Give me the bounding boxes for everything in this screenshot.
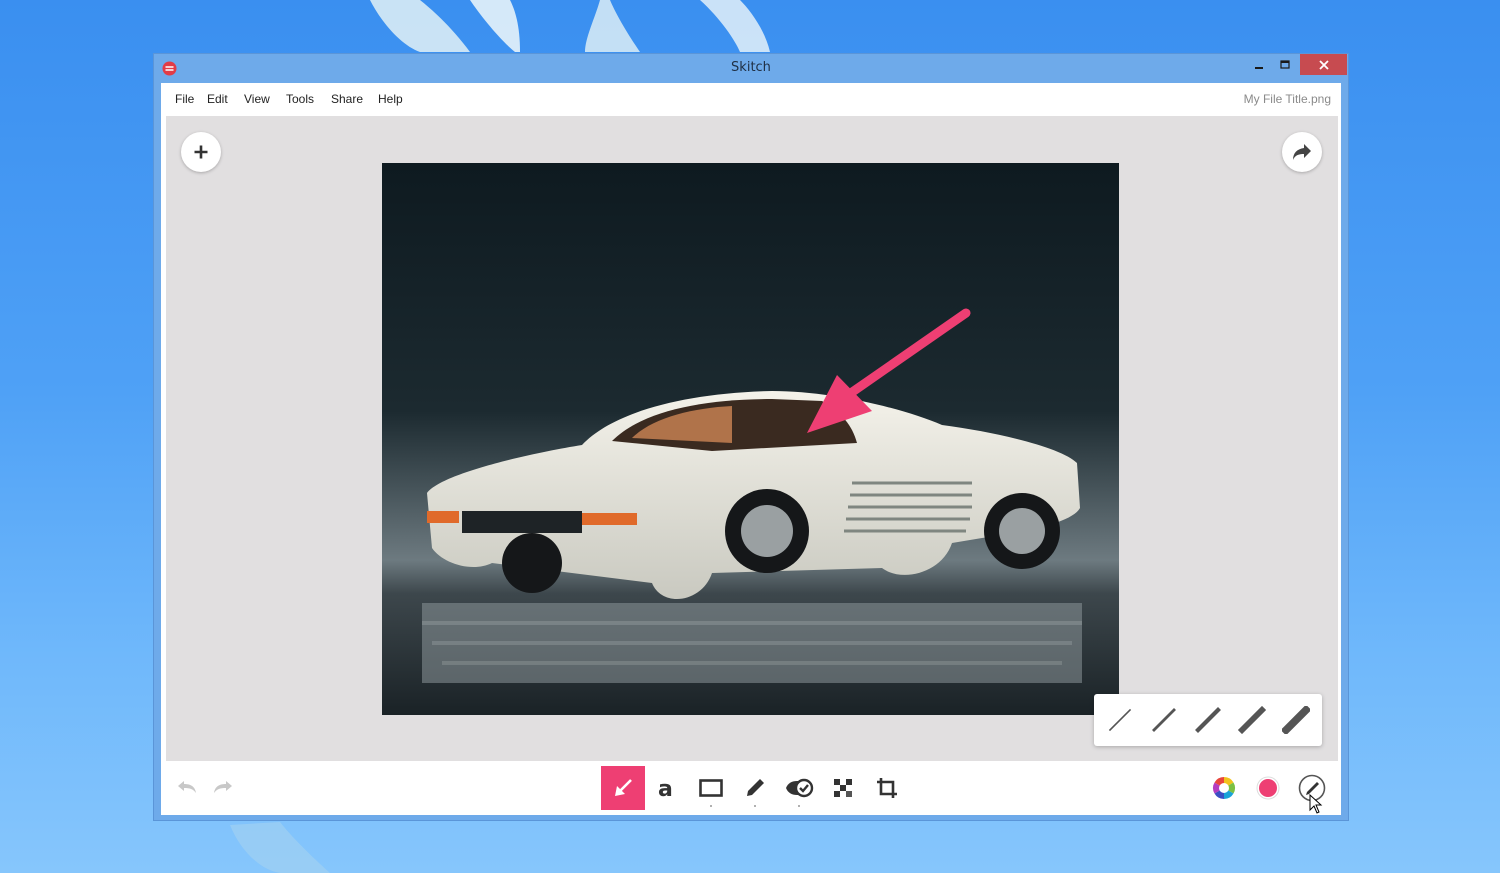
menu-bar: File Edit View Tools Share Help My File … bbox=[161, 83, 1341, 115]
undo-button[interactable] bbox=[167, 767, 207, 807]
menu-share[interactable]: Share bbox=[331, 92, 363, 106]
crop-tool-button[interactable] bbox=[865, 766, 909, 810]
menu-view[interactable]: View bbox=[244, 92, 270, 106]
menu-tools[interactable]: Tools bbox=[286, 92, 314, 106]
menu-edit[interactable]: Edit bbox=[207, 92, 228, 106]
stroke-width-4[interactable] bbox=[1238, 706, 1266, 734]
skitch-window: Skitch File Edit View Tools Share Help M… bbox=[153, 53, 1349, 821]
redo-icon bbox=[214, 781, 232, 793]
annotated-image[interactable] bbox=[382, 163, 1119, 715]
menu-help[interactable]: Help bbox=[378, 92, 403, 106]
close-button[interactable] bbox=[1300, 54, 1347, 75]
stamp-tool-button[interactable] bbox=[777, 766, 821, 810]
current-color-button[interactable] bbox=[1246, 766, 1290, 810]
pixelate-icon bbox=[834, 779, 852, 797]
rectangle-options-dot bbox=[710, 805, 712, 807]
add-button[interactable] bbox=[181, 132, 221, 172]
plus-icon bbox=[194, 145, 208, 159]
undo-icon bbox=[178, 781, 196, 793]
marker-pen-icon bbox=[747, 779, 764, 796]
app-content: File Edit View Tools Share Help My File … bbox=[161, 83, 1341, 815]
color-wheel-button[interactable] bbox=[1202, 766, 1246, 810]
maximize-button[interactable] bbox=[1268, 54, 1302, 75]
arrow-tool-button[interactable] bbox=[601, 766, 645, 810]
mouse-cursor-icon bbox=[1309, 794, 1323, 814]
menu-file[interactable]: File bbox=[175, 92, 194, 106]
rectangle-tool-icon bbox=[699, 779, 723, 797]
stroke-width-panel bbox=[1094, 694, 1322, 746]
color-swatch-icon bbox=[1256, 776, 1280, 800]
pen-tool-button[interactable] bbox=[733, 766, 777, 810]
window-title: Skitch bbox=[731, 60, 771, 75]
stroke-width-2[interactable] bbox=[1150, 706, 1178, 734]
share-button[interactable] bbox=[1282, 132, 1322, 172]
svg-text:a: a bbox=[658, 777, 673, 799]
stroke-width-3[interactable] bbox=[1194, 706, 1222, 734]
crop-icon bbox=[877, 778, 897, 798]
text-tool-icon: a bbox=[658, 777, 673, 799]
pen-options-dot bbox=[754, 805, 756, 807]
stamp-options-dot bbox=[798, 805, 800, 807]
color-wheel-icon bbox=[1213, 777, 1235, 799]
share-arrow-icon bbox=[1293, 144, 1311, 160]
canvas-area[interactable] bbox=[166, 116, 1338, 761]
redo-button[interactable] bbox=[203, 767, 243, 807]
close-icon bbox=[1318, 59, 1329, 70]
text-tool-button[interactable]: a bbox=[645, 766, 689, 810]
stroke-width-1[interactable] bbox=[1106, 706, 1134, 734]
pixelate-tool-button[interactable] bbox=[821, 766, 865, 810]
stamp-check-icon bbox=[786, 778, 814, 798]
bottom-toolbar: a bbox=[161, 761, 1341, 815]
rectangle-tool-button[interactable] bbox=[689, 766, 733, 810]
stroke-width-5[interactable] bbox=[1282, 706, 1310, 734]
arrow-tool-icon bbox=[615, 779, 632, 796]
title-bar[interactable]: Skitch bbox=[154, 54, 1348, 83]
file-title[interactable]: My File Title.png bbox=[1244, 92, 1331, 106]
